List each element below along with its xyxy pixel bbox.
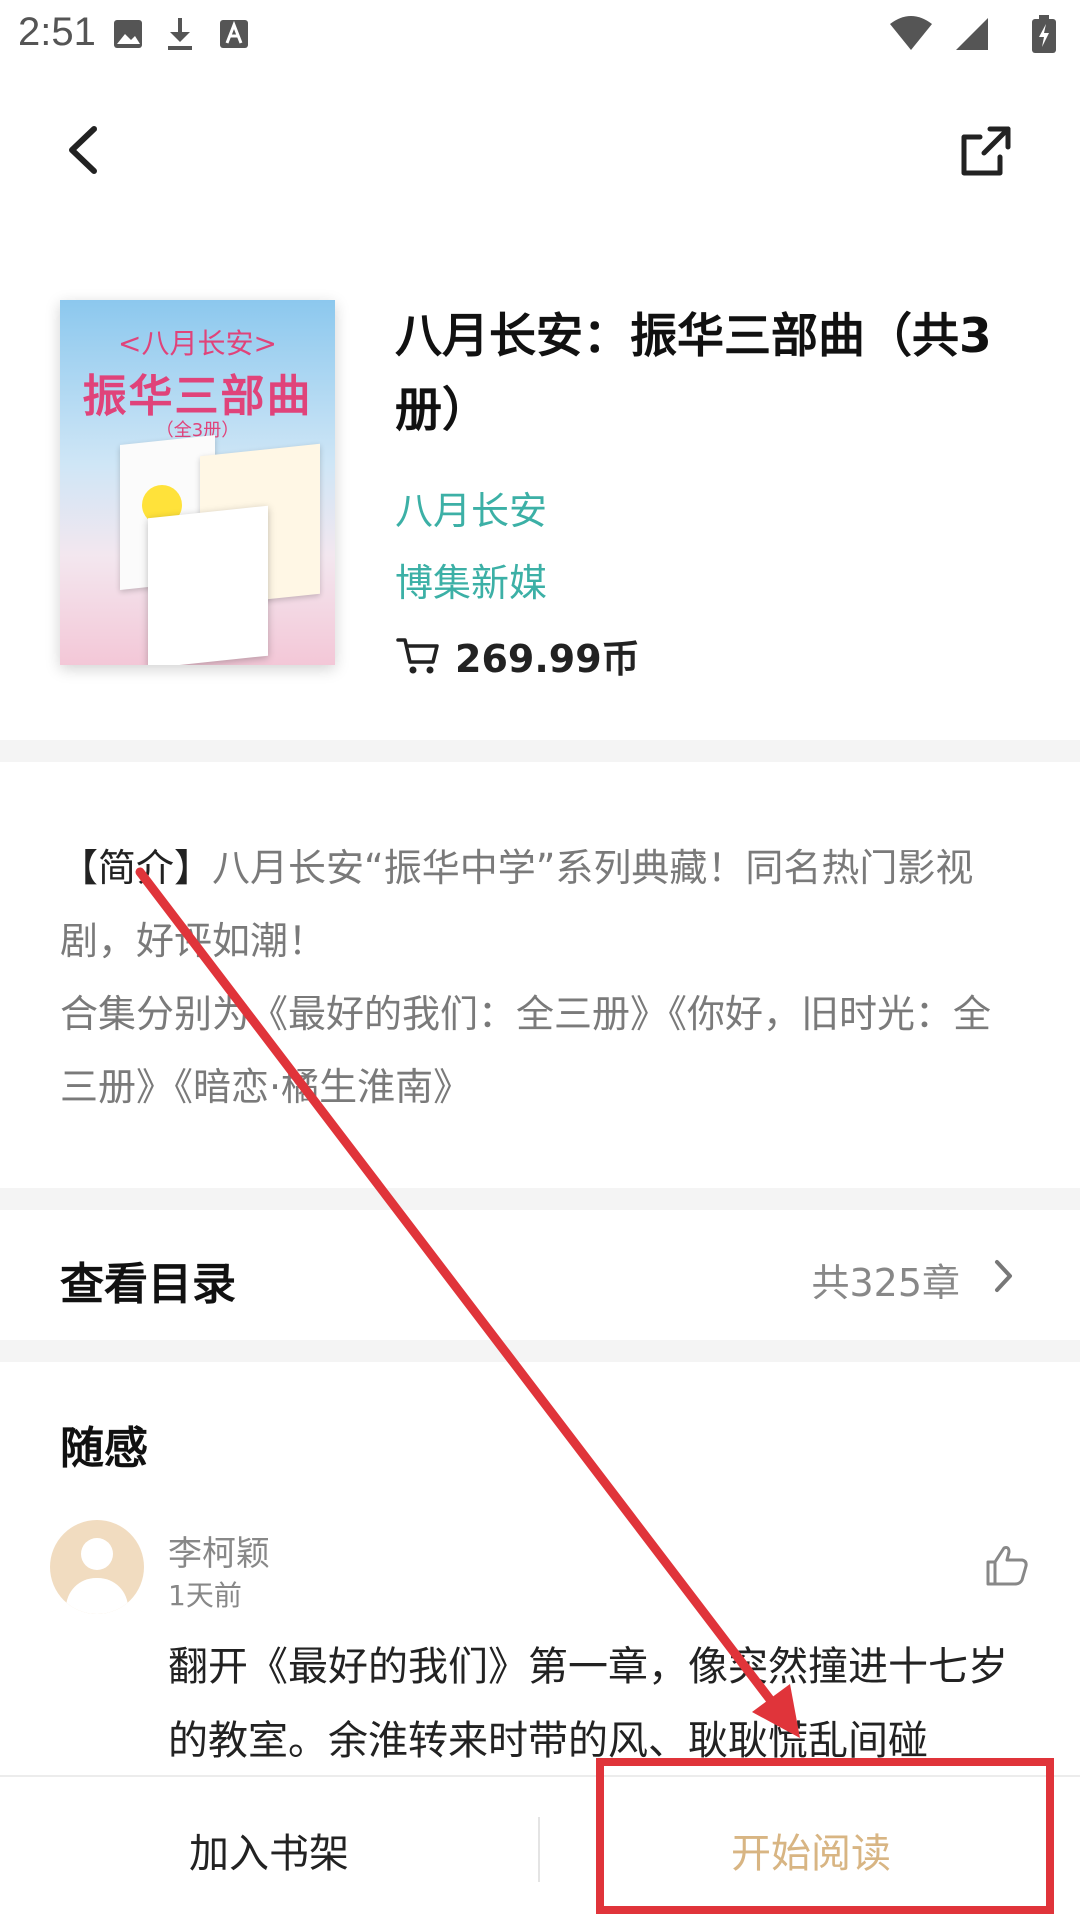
book-author-link[interactable]: 八月长安 xyxy=(395,480,547,535)
avatar[interactable] xyxy=(50,1520,144,1614)
cart-icon xyxy=(396,638,439,674)
font-icon xyxy=(220,20,248,48)
wifi-icon xyxy=(890,16,932,50)
book-publisher-link[interactable]: 博集新媒 xyxy=(395,552,547,607)
price-row: 269.99币 xyxy=(395,630,640,681)
cellular-icon xyxy=(956,18,988,50)
add-to-shelf-button[interactable]: 加入书架 xyxy=(0,1777,538,1920)
app-header xyxy=(0,75,1080,220)
bottom-action-bar: 加入书架 开始阅读 xyxy=(0,1775,1080,1920)
bottom-divider xyxy=(538,1817,540,1882)
status-bar: 2:51 xyxy=(0,0,1080,75)
start-reading-button[interactable]: 开始阅读 xyxy=(542,1777,1080,1920)
share-icon[interactable] xyxy=(950,115,1020,185)
cover-book-box xyxy=(148,505,268,665)
toc-title: 查看目录 xyxy=(60,1259,236,1310)
thumbs-up-icon[interactable] xyxy=(982,1540,1032,1590)
intro-tag: 【简介】 xyxy=(60,846,213,890)
table-of-contents-row[interactable]: 查看目录 共325章 xyxy=(0,1210,1080,1340)
section-divider xyxy=(0,1340,1080,1362)
status-time: 2:51 xyxy=(18,10,96,54)
book-detail-page: 2:51 <八月长安> 振华三部曲 （全3册） 八月长安：振华三部曲（共3册） … xyxy=(0,0,1080,1920)
section-divider xyxy=(0,740,1080,762)
thoughts-title: 随感 xyxy=(60,1423,148,1474)
book-info-section: <八月长安> 振华三部曲 （全3册） 八月长安：振华三部曲（共3册） 八月长安 … xyxy=(0,280,1080,740)
battery-icon xyxy=(1032,15,1056,53)
back-icon[interactable] xyxy=(50,115,120,185)
intro-line2: 合集分别为《最好的我们：全三册》《你好，旧时光：全三册》《暗恋·橘生淮南》 xyxy=(60,992,992,1109)
book-price: 269.99币 xyxy=(455,636,640,681)
section-divider xyxy=(0,1188,1080,1210)
chevron-right-icon xyxy=(995,1260,1012,1292)
toc-chapter-count: 共325章 xyxy=(811,1261,960,1305)
book-cover[interactable]: <八月长安> 振华三部曲 （全3册） xyxy=(60,300,335,665)
avatar-body xyxy=(66,1578,128,1614)
avatar-head xyxy=(81,1538,113,1570)
comment-author[interactable]: 李柯颖 xyxy=(168,1526,270,1575)
book-title: 八月长安：振华三部曲（共3册） xyxy=(395,309,992,438)
cover-brand: <八月长安> xyxy=(118,327,277,360)
cover-title: 振华三部曲 xyxy=(82,371,313,422)
comment-text: 翻开《最好的我们》第一章，像突然撞进十七岁的教室。余淮转来时带的风、耿耿慌乱间碰 xyxy=(168,1644,1008,1764)
image-icon xyxy=(114,20,142,48)
download-icon xyxy=(168,18,192,50)
book-intro: 【简介】八月长安“振华中学”系列典藏！同名热门影视剧，好评如潮！ 合集分别为《最… xyxy=(60,832,1020,1124)
comment-time: 1天前 xyxy=(168,1579,242,1612)
